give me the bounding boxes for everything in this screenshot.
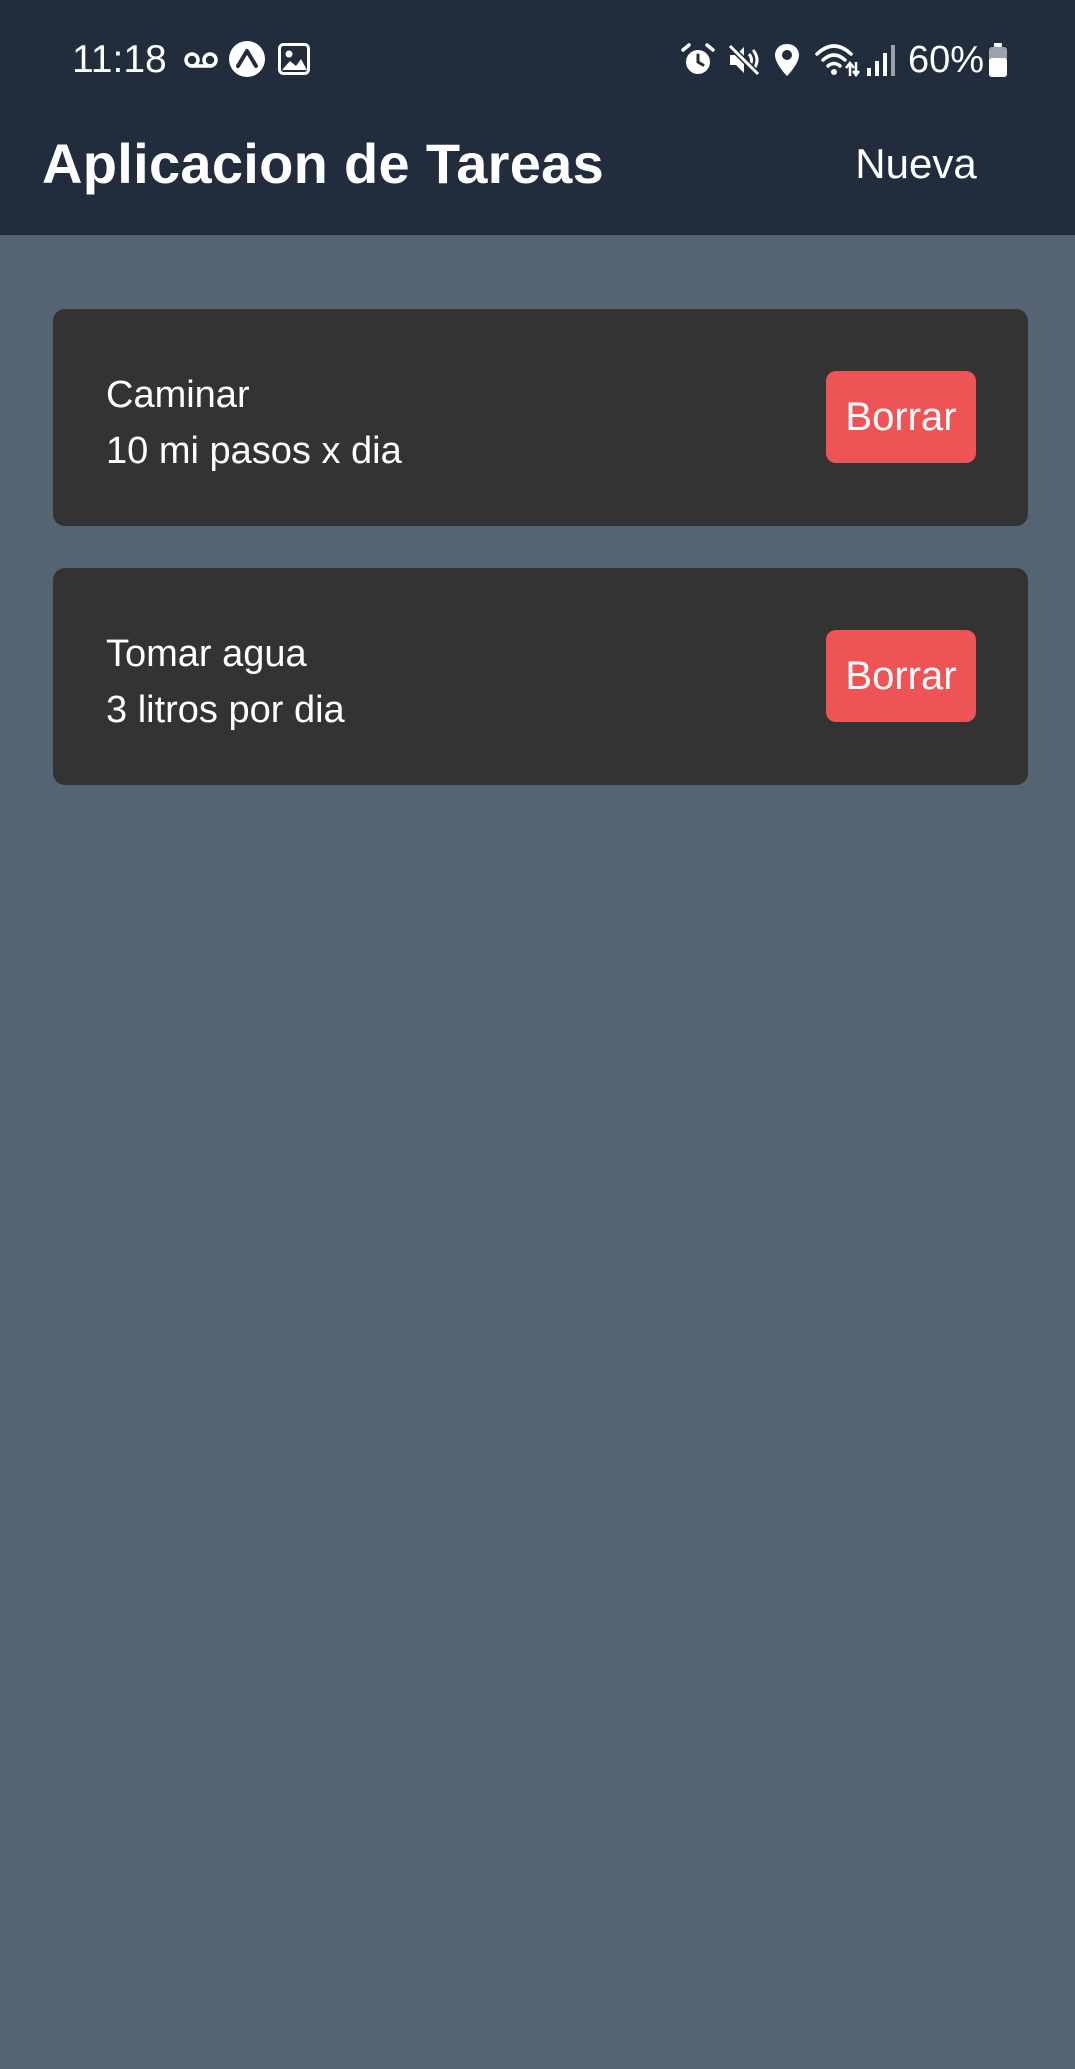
delete-task-button[interactable]: Borrar	[826, 630, 976, 722]
battery-percentage: 60%	[908, 39, 985, 81]
task-card: Caminar 10 mi pasos x dia Borrar	[53, 309, 1028, 526]
status-time: 11:18	[72, 38, 167, 81]
location-icon	[775, 44, 799, 76]
voicemail-icon	[184, 52, 218, 68]
status-bar: 11:18 60%	[0, 0, 1075, 120]
page-title: Aplicacion de Tareas	[42, 132, 605, 195]
new-task-button[interactable]: Nueva	[846, 132, 986, 196]
task-description: 10 mi pasos x dia	[106, 430, 402, 472]
task-title: Caminar	[106, 374, 250, 416]
task-description: 3 litros por dia	[106, 689, 345, 731]
task-card: Tomar agua 3 litros por dia Borrar	[53, 568, 1028, 785]
delete-task-button[interactable]: Borrar	[826, 371, 976, 463]
signal-icon	[867, 45, 895, 76]
expo-icon	[229, 41, 265, 77]
gallery-icon	[278, 43, 310, 75]
task-list: Caminar 10 mi pasos x dia Borrar Tomar a…	[53, 309, 1028, 827]
app-header: 11:18 60% Aplicacion de Tareas Nueva	[0, 0, 1075, 235]
task-title: Tomar agua	[106, 633, 307, 675]
alarm-icon	[681, 43, 715, 74]
mute-icon	[727, 43, 761, 77]
battery-icon	[989, 43, 1007, 77]
wifi-icon	[815, 44, 860, 78]
